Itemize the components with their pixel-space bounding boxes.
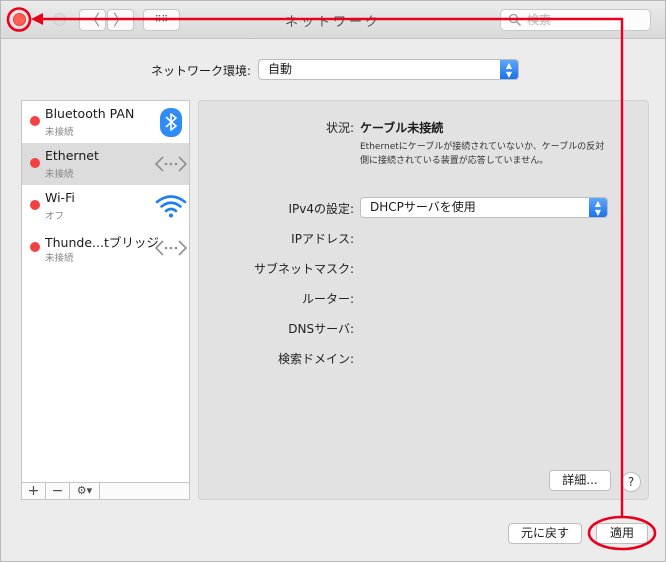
remove-service-button[interactable]: −	[46, 483, 70, 500]
service-item-wifi[interactable]: Wi-Fi オフ	[22, 185, 189, 227]
popup-arrows-icon: ▲ ▼	[500, 60, 518, 79]
search-icon	[508, 13, 521, 26]
apply-button[interactable]: 適用	[596, 523, 648, 544]
gear-menu-button[interactable]: ⚙▾	[70, 483, 100, 500]
service-status: 未接続	[45, 169, 74, 180]
service-name: Thunde...tブリッジ	[45, 235, 159, 250]
revert-button[interactable]: 元に戻す	[508, 523, 582, 544]
ethernet-icon	[154, 156, 188, 172]
subnet-mask-label: サブネットマスク:	[253, 262, 354, 276]
service-status: 未接続	[45, 253, 74, 264]
popup-arrows-icon: ▲ ▼	[589, 198, 607, 217]
status-dot	[30, 200, 40, 210]
service-status: オフ	[45, 211, 65, 222]
add-service-button[interactable]: +	[22, 483, 46, 500]
router-label: ルーター:	[301, 292, 354, 306]
location-value: 自動	[268, 62, 293, 76]
service-detail-panel: 状況: ケーブル未接続 Ethernetにケーブルが接続されていないか、ケーブル…	[198, 100, 649, 500]
ipv4-config-label: IPv4の設定:	[288, 202, 354, 216]
service-status: 未接続	[45, 127, 74, 138]
help-button[interactable]: ?	[621, 472, 641, 492]
status-value: ケーブル未接続	[360, 121, 444, 135]
status-dot	[30, 242, 40, 252]
bluetooth-icon	[160, 108, 182, 137]
status-label: 状況:	[325, 121, 354, 135]
service-list-toolbar: + − ⚙▾	[22, 482, 189, 500]
location-label: ネットワーク環境:	[150, 64, 251, 78]
status-dot	[30, 116, 40, 126]
search-placeholder: 検索	[527, 13, 552, 27]
service-item-ethernet[interactable]: Ethernet 未接続	[22, 143, 189, 185]
search-domain-label: 検索ドメイン:	[277, 352, 354, 366]
ip-address-label: IPアドレス:	[291, 232, 354, 246]
service-item-bluetooth-pan[interactable]: Bluetooth PAN 未接続	[22, 101, 189, 143]
title-bar: 〈 〉 ⠿⠿ ネットワーク 検索	[1, 1, 665, 39]
service-name: Wi-Fi	[45, 190, 75, 205]
advanced-button[interactable]: 詳細...	[549, 470, 611, 491]
status-dot	[30, 158, 40, 168]
service-name: Ethernet	[45, 148, 99, 163]
location-popup[interactable]: 自動 ▲ ▼	[258, 59, 519, 80]
dns-server-label: DNSサーバ:	[288, 322, 354, 336]
thunderbolt-bridge-icon	[154, 240, 188, 256]
search-field[interactable]: 検索	[500, 9, 651, 31]
gear-icon: ⚙▾	[76, 484, 93, 497]
ipv4-config-popup[interactable]: DHCPサーバを使用 ▲ ▼	[360, 197, 608, 218]
service-item-thunderbolt-bridge[interactable]: Thunde...tブリッジ 未接続	[22, 227, 189, 269]
status-description: Ethernetにケーブルが接続されていないか、ケーブルの反対側に接続されている…	[360, 142, 605, 166]
ipv4-config-value: DHCPサーバを使用	[370, 200, 476, 214]
network-preferences-window: 〈 〉 ⠿⠿ ネットワーク 検索 ネットワーク環境: 自動 ▲ ▼ Bluetoo…	[0, 0, 666, 562]
service-name: Bluetooth PAN	[45, 106, 135, 121]
service-list: Bluetooth PAN 未接続 Ethernet 未接続 Wi-Fi オフ	[21, 100, 190, 500]
wifi-icon	[155, 195, 187, 218]
